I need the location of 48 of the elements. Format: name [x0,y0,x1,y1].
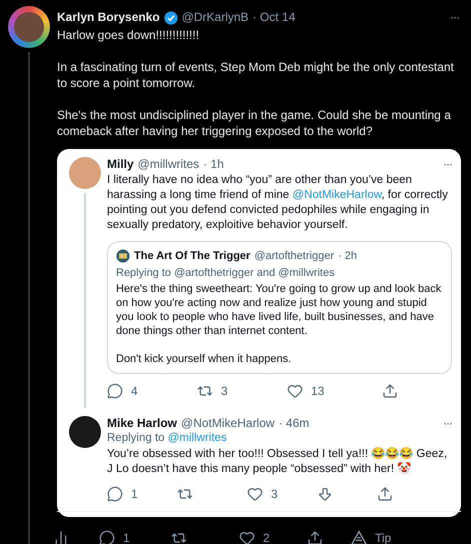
replying-to-text: Replying to @millwrites [107,431,228,446]
post-time[interactable]: · Oct 14 [252,10,296,25]
avatar[interactable] [8,6,50,48]
post-time[interactable]: · 2h [338,249,357,263]
post-time[interactable]: · 1h [203,157,224,172]
heart-icon [287,383,303,399]
action-count[interactable]: 4 [131,382,138,400]
tweet-text: In a fascinating turn of events, Step Mom Deb might be the only contestant to score a point tomorrow. [57,59,455,91]
share-icon [307,530,323,544]
speech-bubble-icon [107,486,123,502]
down-arrow-icon [317,486,333,502]
quoted-text: Here's the thing sweetheart: You're going to grow up and look back on how you're acting now and realize just how young and stupid you look to people who have lived life, built businesses, and have done things other than internet content. [116,282,442,338]
verified-badge-icon [164,10,178,24]
share-icon [382,383,398,399]
reply-text: I literally have no idea who “you” are other than you’ve been harassing a long time friend of mine @NotMikeHarlow, for correctly pointing out you defend convicted pedophiles while engaging in sexually predatory, exploitive behavior yourself. [107,173,449,233]
author-name[interactable]: Milly [107,157,134,172]
tweet-text: She's the most undisciplined player in the game. Could she be mounting a comeback after having her triggering exposed to the world? [57,107,452,139]
more-menu[interactable]: ··· [450,10,459,25]
reply-text: You’re obsessed with her too!!! Obsessed I tell ya!!! 😂😂😂 Geez, J Lo doesn’t have this many people “obsessed” with her! 🤡 [107,447,448,477]
action-count[interactable]: 3 [271,485,278,503]
avatar[interactable] [69,416,101,448]
author-name[interactable]: Karlyn Borysenko [57,10,160,25]
action-count[interactable]: 13 [311,382,324,400]
heart-icon [239,530,255,544]
replying-to-text: Replying to @artofthetrigger and @millwrites [116,266,336,280]
triangle-icon [351,530,367,544]
author-handle[interactable]: @DrKarlynB [182,10,249,25]
action-count[interactable]: 1 [131,485,138,503]
author-name[interactable]: The Art Of The Trigger [134,249,250,263]
share-icon [377,486,393,502]
avatar [116,249,130,263]
action-count[interactable]: 2 [263,529,270,544]
bar-chart-icon [53,530,69,544]
author-handle[interactable]: @NotMikeHarlow [181,416,275,431]
author-handle[interactable]: @artofthetrigger [254,249,334,263]
quoted-tweet[interactable] [107,241,452,374]
action-count[interactable]: 3 [221,382,228,400]
heart-icon [247,486,263,502]
speech-bubble-icon [99,530,115,544]
author-handle[interactable]: @millwrites [138,157,200,172]
author-name[interactable]: Mike Harlow [107,416,178,431]
post-time[interactable]: · 46m [278,416,310,431]
quoted-text: Don't kick yourself when it happens. [116,352,292,366]
more-menu[interactable]: ··· [443,416,452,431]
more-menu[interactable]: ··· [443,157,452,172]
tweet-text: Harlow goes down!!!!!!!!!!!!! [57,27,200,43]
speech-bubble-icon [107,383,123,399]
action-count[interactable]: 1 [123,529,130,544]
